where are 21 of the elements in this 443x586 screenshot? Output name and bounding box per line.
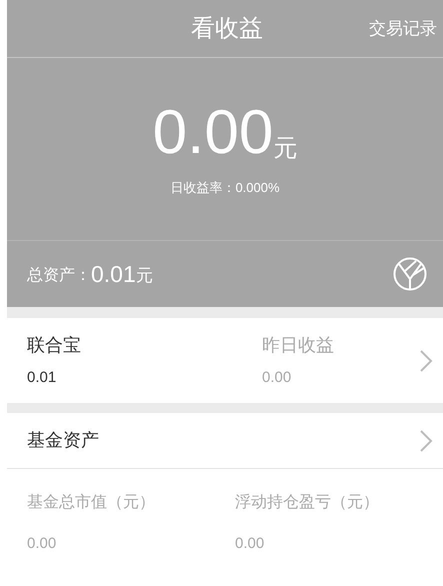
yesterday-earnings-value: 0.00 xyxy=(262,368,292,388)
lianhebao-row[interactable]: 联合宝 0.01 昨日收益 0.00 xyxy=(7,318,443,403)
fund-stat-value: 0.00 xyxy=(235,534,266,554)
total-assets-unit: 元 xyxy=(136,265,153,288)
page-title: 看收益 xyxy=(191,14,263,44)
fund-stat-label: 基金总市值（元） xyxy=(27,492,156,513)
total-assets-amount: 0.01 xyxy=(91,260,136,289)
fund-stat-label: 浮动持仓盈亏（元） xyxy=(235,492,380,513)
fund-assets-row[interactable]: 基金资产 xyxy=(7,413,443,469)
chevron-right-icon xyxy=(419,348,433,372)
yesterday-earnings-label: 昨日收益 xyxy=(262,334,334,357)
pie-chart-icon[interactable] xyxy=(393,257,427,291)
fund-stat-value: 0.00 xyxy=(27,534,58,554)
fund-assets-title: 基金资产 xyxy=(27,429,99,452)
daily-yield-rate: 日收益率：0.000% xyxy=(170,179,280,197)
currency-unit: 元 xyxy=(273,134,298,164)
product-balance: 0.01 xyxy=(27,368,58,388)
earnings-amount: 0.00 xyxy=(152,102,274,164)
product-name: 联合宝 xyxy=(27,334,82,357)
total-assets-label: 总资产： xyxy=(27,266,91,286)
chevron-right-icon xyxy=(419,428,433,452)
